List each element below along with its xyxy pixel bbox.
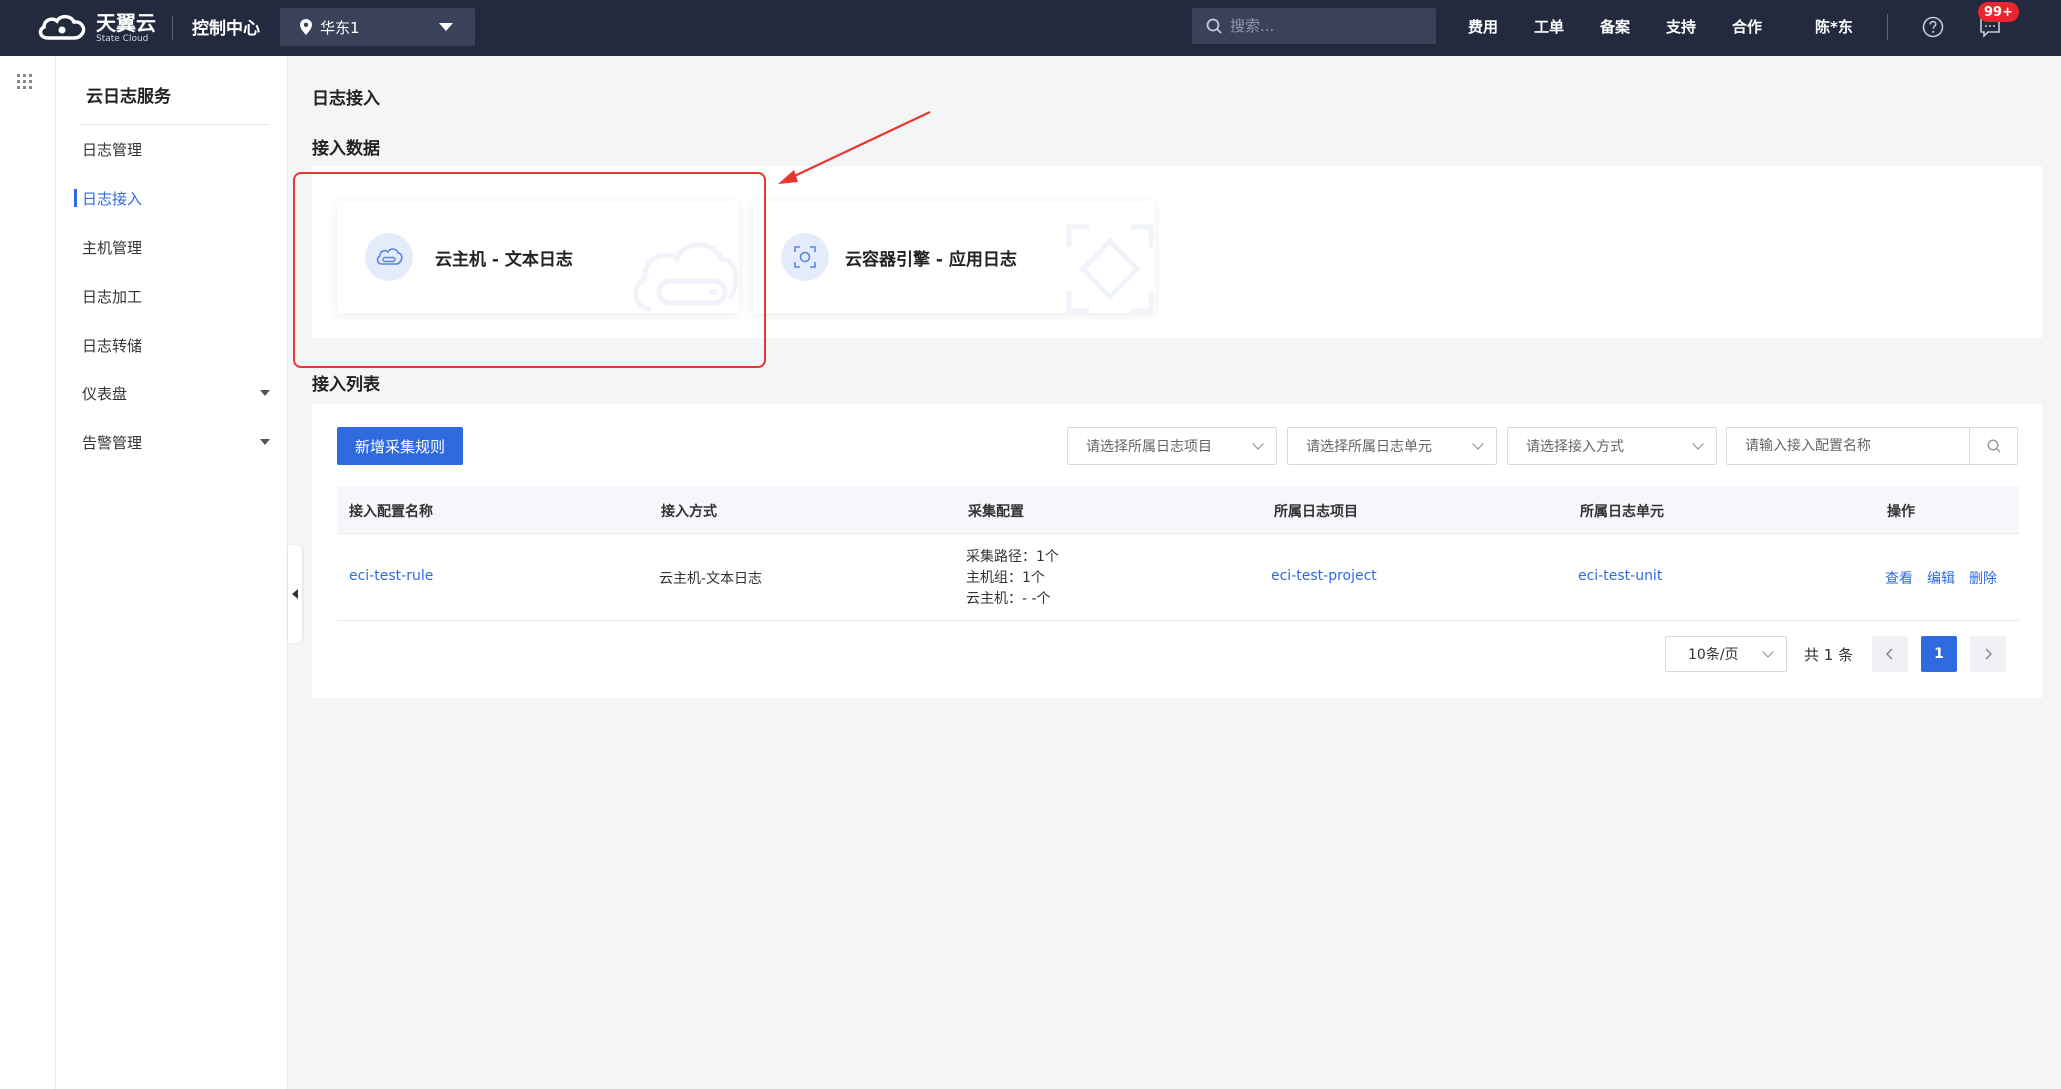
sidebar-item-host-management[interactable]: 主机管理 (80, 232, 280, 262)
select-placeholder: 请选择所属日志项目 (1086, 439, 1212, 455)
list-section-title: 接入列表 (312, 375, 380, 395)
ingest-section-title: 接入数据 (312, 139, 380, 159)
chevron-left-icon (292, 589, 298, 599)
chevron-down-icon (1472, 438, 1484, 450)
column-header: 所属日志项目 (1274, 504, 1358, 520)
notification-badge: 99+ (1978, 2, 2019, 22)
method-filter-select[interactable]: 请选择接入方式 (1507, 427, 1717, 465)
chevron-down-icon (1762, 646, 1774, 658)
project-filter-select[interactable]: 请选择所属日志项目 (1067, 427, 1277, 465)
unit-filter-select[interactable]: 请选择所属日志单元 (1287, 427, 1497, 465)
nav-billing[interactable]: 费用 (1468, 16, 1498, 37)
chevron-left-icon (1885, 648, 1893, 660)
container-icon (781, 233, 829, 281)
page-size-label: 10条/页 (1688, 647, 1739, 663)
sidebar-item-label: 主机管理 (82, 238, 143, 257)
page-number-button[interactable]: 1 (1921, 636, 1957, 672)
search-icon (1206, 18, 1222, 34)
expand-caret-icon (260, 390, 270, 396)
config-name-search-input[interactable] (1727, 438, 1967, 454)
page-size-select[interactable]: 10条/页 (1665, 636, 1787, 672)
next-page-button[interactable] (1970, 636, 2006, 672)
page-title: 日志接入 (312, 89, 380, 109)
user-name[interactable]: 陈*东 (1815, 16, 1853, 37)
region-selector[interactable]: 华东1 (280, 8, 475, 46)
logo-text: 天翼云 (96, 10, 156, 35)
collection-config-cell: 采集路径：1个 主机组：1个 云主机：- -个 (966, 547, 1059, 610)
sidebar-item-log-ingest[interactable]: 日志接入 (74, 183, 280, 213)
sidebar-item-label: 日志管理 (82, 140, 143, 159)
sidebar-divider (80, 124, 270, 125)
config-host-count: 云主机：- -个 (966, 591, 1051, 607)
nav-filing[interactable]: 备案 (1600, 16, 1630, 37)
sidebar-item-label: 日志转储 (82, 336, 143, 355)
total-count: 共 1 条 (1804, 646, 1854, 664)
topbar-divider (1887, 14, 1888, 40)
help-icon[interactable] (1921, 15, 1945, 39)
prev-page-button[interactable] (1872, 636, 1908, 672)
container-watermark-icon (1066, 224, 1154, 313)
sidebar-item-log-management[interactable]: 日志管理 (80, 134, 280, 164)
select-placeholder: 请选择接入方式 (1526, 439, 1624, 455)
column-header: 采集配置 (968, 504, 1024, 520)
unit-link[interactable]: eci-test-unit (1578, 568, 1662, 584)
search-button[interactable] (1969, 428, 2017, 464)
global-search-input[interactable] (1230, 17, 1420, 35)
cloud-watermark-icon (633, 242, 739, 312)
sidebar-item-log-dump[interactable]: 日志转储 (80, 330, 280, 360)
nav-tickets[interactable]: 工单 (1534, 16, 1564, 37)
location-pin-icon (300, 19, 312, 35)
sidebar-item-dashboard[interactable]: 仪表盘 (80, 378, 280, 408)
expand-caret-icon (260, 439, 270, 445)
nav-partner[interactable]: 合作 (1732, 16, 1762, 37)
top-bar: 天翼云 State Cloud 控制中心 华东1 费用 工单 备案 支持 合作 … (0, 0, 2061, 56)
search-icon (1986, 439, 2000, 453)
logo-divider (172, 16, 173, 40)
nav-support[interactable]: 支持 (1666, 16, 1696, 37)
logo[interactable]: 天翼云 State Cloud (36, 10, 156, 46)
ingest-method-cell: 云主机-文本日志 (659, 571, 763, 587)
project-link[interactable]: eci-test-project (1271, 568, 1377, 584)
table-row: eci-test-rule 云主机-文本日志 采集路径：1个 主机组：1个 云主… (337, 535, 2019, 621)
config-host-group-count: 主机组：1个 (966, 570, 1045, 586)
column-header: 接入方式 (661, 504, 717, 520)
sidebar-item-label: 告警管理 (82, 433, 143, 452)
config-name-search[interactable] (1726, 427, 2018, 465)
column-header: 操作 (1887, 504, 1915, 520)
region-label: 华东1 (320, 18, 360, 37)
add-collection-rule-button[interactable]: 新增采集规则 (337, 427, 463, 465)
sidebar-item-label: 日志接入 (82, 189, 143, 208)
apps-grid-icon[interactable] (17, 74, 33, 90)
sidebar-item-label: 仪表盘 (82, 384, 128, 403)
container-engine-app-log-card[interactable]: 云容器引擎 - 应用日志 (753, 201, 1155, 313)
logo-subtext: State Cloud (96, 33, 149, 44)
cloud-logo-icon (38, 14, 86, 40)
card-label: 云容器引擎 - 应用日志 (845, 250, 1017, 270)
column-header: 接入配置名称 (349, 504, 433, 520)
sidebar-item-label: 日志加工 (82, 287, 143, 306)
global-search[interactable] (1192, 8, 1436, 44)
sidebar: 云日志服务 日志管理 日志接入 主机管理 日志加工 日志转储 仪表盘 告警管理 (56, 56, 288, 1089)
card-label: 云主机 - 文本日志 (435, 250, 573, 270)
product-rail (0, 56, 56, 1089)
console-title[interactable]: 控制中心 (192, 14, 260, 39)
sidebar-collapse-toggle[interactable] (288, 545, 302, 643)
delete-action[interactable]: 删除 (1969, 568, 1997, 588)
caret-down-icon (439, 23, 453, 31)
view-action[interactable]: 查看 (1885, 568, 1913, 588)
column-header: 所属日志单元 (1580, 504, 1664, 520)
chevron-right-icon (1985, 648, 1993, 660)
chevron-down-icon (1252, 438, 1264, 450)
cloud-host-icon (365, 233, 413, 281)
edit-action[interactable]: 编辑 (1927, 568, 1955, 588)
config-path-count: 采集路径：1个 (966, 549, 1059, 565)
table-header: 接入配置名称 接入方式 采集配置 所属日志项目 所属日志单元 操作 (337, 486, 2019, 534)
config-name-link[interactable]: eci-test-rule (349, 568, 433, 584)
cloud-host-text-log-card[interactable]: 云主机 - 文本日志 (337, 201, 739, 313)
chevron-down-icon (1692, 438, 1704, 450)
sidebar-item-alert-management[interactable]: 告警管理 (80, 427, 280, 457)
sidebar-item-log-processing[interactable]: 日志加工 (80, 281, 280, 311)
sidebar-title: 云日志服务 (86, 87, 171, 107)
select-placeholder: 请选择所属日志单元 (1306, 439, 1432, 455)
